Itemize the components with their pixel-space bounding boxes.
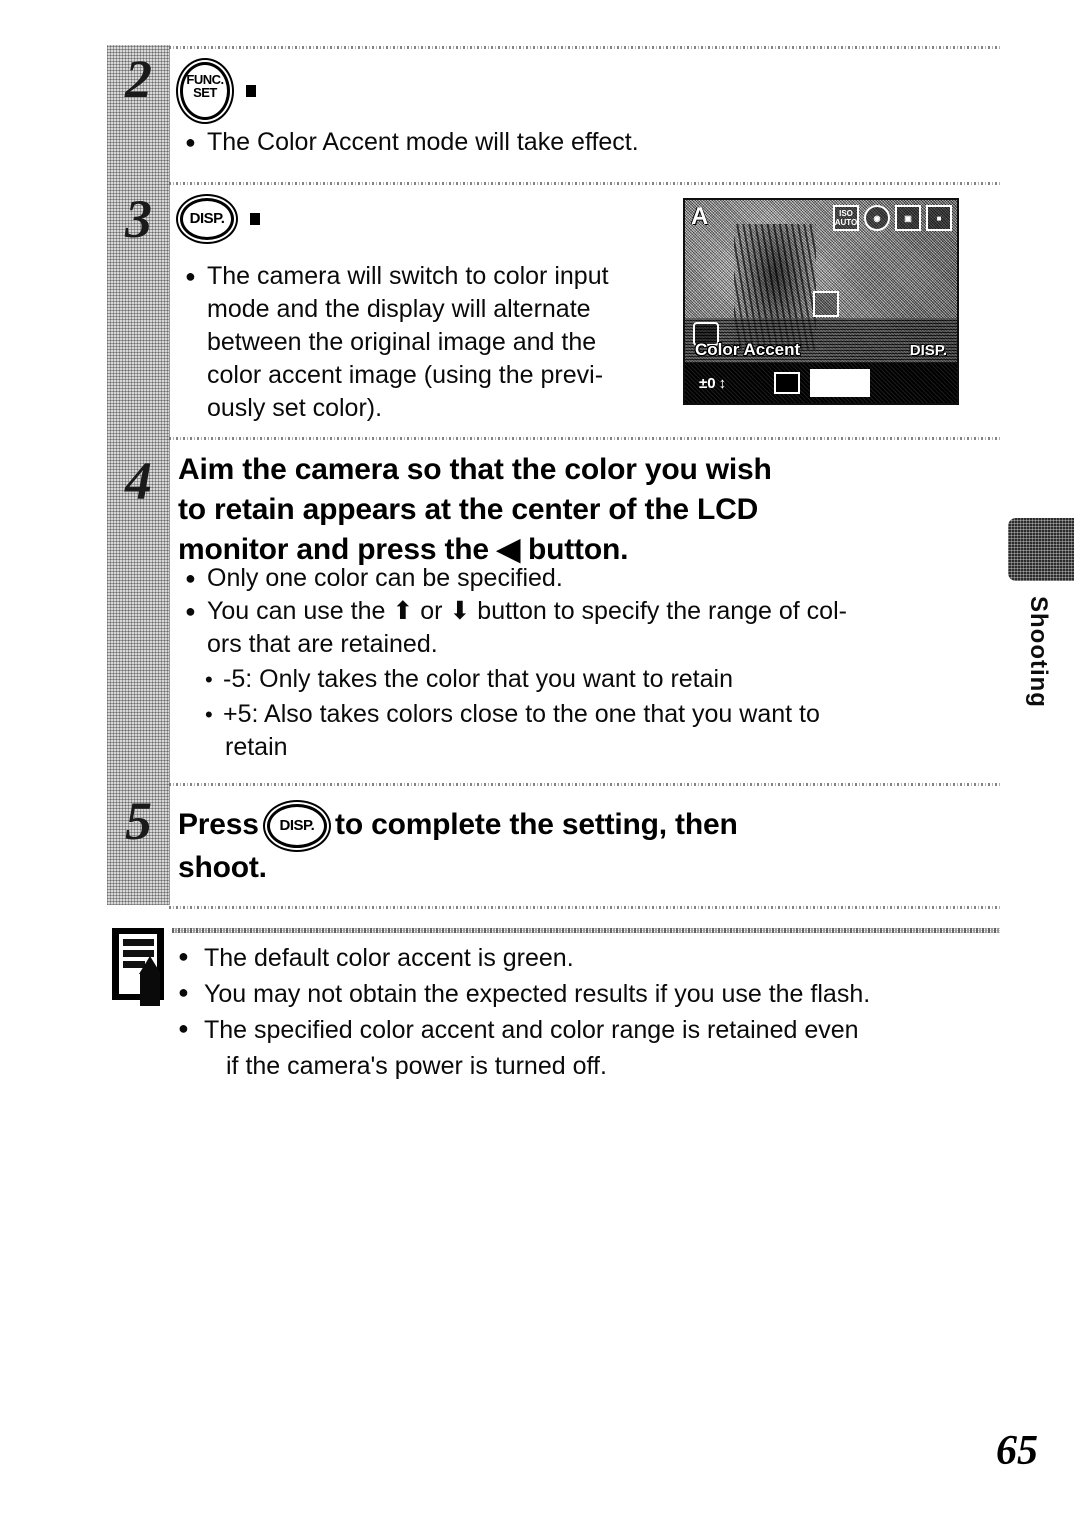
lcd-disp-tag: DISP. [909, 341, 947, 359]
separator-step-4 [169, 437, 1000, 440]
step-4-heading-line-2: to retain appears at the center of the L… [178, 493, 759, 526]
memo-pencil-icon [112, 928, 168, 1006]
iso-label-bottom: AUTO [834, 218, 858, 227]
iso-label-top: ISO [839, 209, 853, 218]
step-3-bullet-1: The camera will switch to color input [185, 260, 665, 293]
step-2-bullets: The Color Accent mode will take effect. [185, 126, 885, 159]
color-swatch [810, 369, 871, 397]
step-4-bullets: Only one color can be specified. You can… [185, 562, 985, 764]
step-5-heading-after: to complete the setting, then [335, 807, 738, 841]
step-3-bullet-1-line5: ously set color). [207, 394, 383, 422]
step-5-heading-line-1: Press DISP. to complete the setting, the… [178, 804, 978, 848]
step-5-heading-line-2: shoot. [178, 851, 267, 884]
lcd-label-row: Color Accent DISP. [685, 337, 957, 363]
note-item-3: The specified color accent and color ran… [178, 1012, 998, 1048]
step-4-bullet-1: Only one color can be specified. [185, 562, 985, 595]
disp-button[interactable]: DISP. [266, 804, 327, 848]
step-4-heading: Aim the camera so that the color you wis… [178, 450, 978, 570]
up-down-arrows-icon: ↕ [718, 374, 727, 392]
separator-step-5 [169, 783, 1000, 786]
af-frame-icon [812, 291, 839, 318]
step-3-bullet-1-line3: between the original image and the [207, 328, 597, 356]
step-number-3: 3 [125, 189, 152, 249]
lcd-screenshot: A ISO AUTO ◉ ▣ ■ Color Accent DISP. ±0 ↕ [683, 198, 959, 405]
step-3-bullets: The camera will switch to color input mo… [185, 260, 665, 425]
note-item-3-line2: if the camera's power is turned off. [226, 1052, 607, 1080]
step-4-sub-bullet-2: +5: Also takes colors close to the one t… [203, 698, 985, 731]
step-5-heading-before: Press [178, 807, 259, 841]
step-2-bullet-1: The Color Accent mode will take effect. [185, 126, 885, 159]
manual-page: 2 3 4 5 FUNC. SET The Color Accent mode … [0, 0, 1080, 1523]
color-switch-icon [774, 372, 801, 394]
notes-list: The default color accent is green. You m… [178, 940, 998, 1084]
step-3-bullet-1-line2: mode and the display will alternate [207, 295, 591, 323]
step-4-sub-bullet-1: -5: Only takes the color that you want t… [203, 663, 985, 696]
square-marker-icon [250, 213, 261, 225]
white-balance-icon: ◉ [864, 205, 890, 231]
pencil-tip [139, 956, 161, 974]
separator-step-3 [169, 182, 1000, 185]
func-set-button[interactable]: FUNC. SET [180, 62, 230, 120]
battery-icon: ■ [926, 205, 952, 231]
step-4-bullet-2-line2: ors that are retained. [207, 630, 438, 658]
square-marker-icon [246, 85, 257, 97]
step-4-heading-line-1: Aim the camera so that the color you wis… [178, 453, 772, 486]
step-5-heading: Press DISP. to complete the setting, the… [178, 804, 978, 888]
notes-box-top-rule [172, 928, 1000, 933]
step-number-2: 2 [125, 49, 152, 109]
note-item-2: You may not obtain the expected results … [178, 976, 998, 1012]
separator-top [169, 46, 1000, 49]
iso-auto-icon: ISO AUTO [833, 205, 859, 231]
step-number-4: 4 [125, 451, 152, 511]
step-number-5: 5 [125, 791, 152, 851]
side-tab-label: Shooting [1025, 596, 1052, 708]
note-line-1 [123, 939, 154, 946]
lcd-mode-icon: A [691, 203, 709, 230]
disp-button[interactable]: DISP. [180, 198, 234, 240]
exposure-value: ±0 [699, 374, 716, 392]
side-tab-shooting [1008, 518, 1074, 581]
page-number: 65 [996, 1428, 1038, 1474]
step-3-bullet-1-line4: color accent image (using the previ- [207, 361, 604, 389]
lcd-mode-label: Color Accent [695, 340, 801, 359]
separator-notes-top [169, 906, 1000, 909]
step-4-sub-bullet-2-line2: retain [225, 733, 288, 761]
func-set-button-label-line2: SET [193, 85, 217, 100]
step-2-button-row: FUNC. SET [180, 62, 257, 120]
lcd-bottom-bar: ±0 ↕ [685, 363, 957, 403]
lcd-status-icons: ISO AUTO ◉ ▣ ■ [833, 205, 952, 231]
metering-icon: ▣ [895, 205, 921, 231]
exposure-indicator: ±0 ↕ [699, 375, 726, 392]
note-item-1: The default color accent is green. [178, 940, 998, 976]
step-3-button-row: DISP. [180, 198, 261, 240]
pencil-body [140, 974, 160, 1006]
step-4-bullet-2: You can use the ⬆ or ⬇ button to specify… [185, 595, 985, 628]
